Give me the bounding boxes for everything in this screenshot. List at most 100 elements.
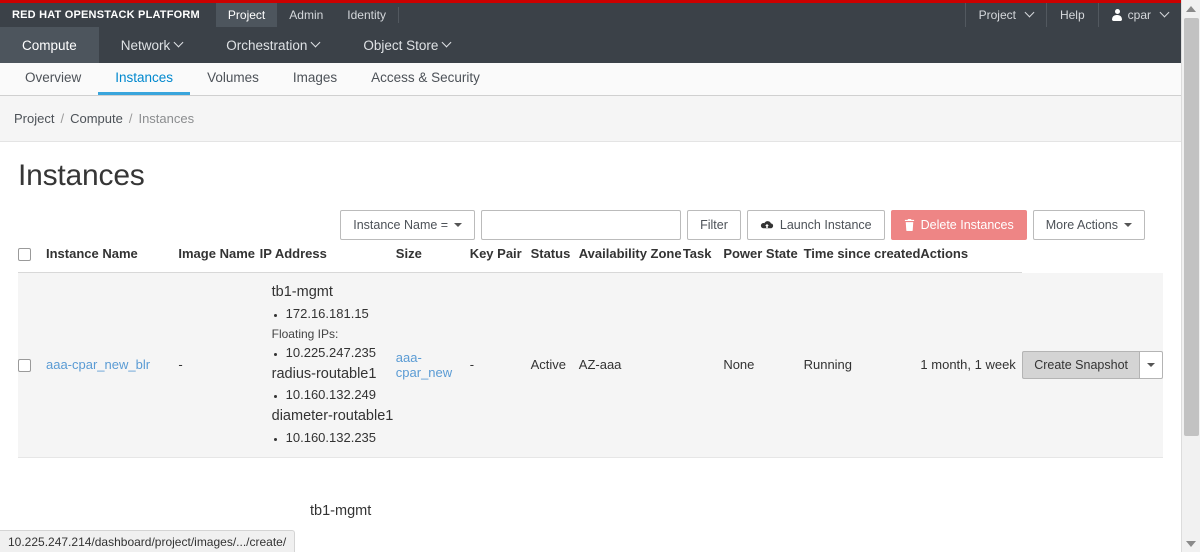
tab-label-volumes: Volumes: [207, 70, 259, 85]
breadcrumb-item-project[interactable]: Project: [14, 111, 54, 126]
select-all-checkbox[interactable]: [18, 248, 31, 262]
more-actions-button[interactable]: More Actions: [1032, 210, 1145, 240]
brand-accent-stripe: [0, 0, 1181, 3]
topnav-item-project[interactable]: Project: [215, 3, 278, 27]
nav-label-orchestration: Orchestration: [226, 37, 308, 53]
nav-item-orchestration[interactable]: Orchestration: [204, 27, 341, 63]
instances-table-container: Instance Name Image Name IP Address Size…: [18, 246, 1163, 458]
top-right-menu: Project Help cpar: [964, 3, 1181, 27]
network-name: tb1-mgmt: [271, 284, 333, 301]
project-selector[interactable]: Project: [964, 3, 1046, 27]
table-body: aaa-cpar_new_blr - tb1-mgmt 172.16.181.1…: [18, 272, 1163, 458]
instances-table: Instance Name Image Name IP Address Size…: [18, 246, 1163, 458]
column-task: Task: [682, 246, 724, 274]
table-header-row: Instance Name Image Name IP Address Size…: [18, 246, 1163, 274]
cell-time-since-created: 1 month, 1 week: [920, 273, 1022, 458]
nav-item-compute[interactable]: Compute: [0, 27, 99, 63]
scrollbar-down-button[interactable]: [1182, 535, 1200, 552]
section-tabs: Overview Instances Volumes Images Access…: [0, 63, 1181, 96]
breadcrumb-separator: /: [128, 111, 133, 126]
delete-instances-button[interactable]: Delete Instances: [890, 210, 1027, 240]
chevron-down-icon: [441, 37, 452, 47]
tab-instances[interactable]: Instances: [98, 63, 191, 95]
scrollbar-thumb[interactable]: [1184, 18, 1199, 436]
ip-list: 10.160.132.249: [260, 388, 396, 401]
filter-button-label: Filter: [700, 218, 728, 232]
cell-power-state: Running: [804, 273, 921, 458]
launch-instance-label: Launch Instance: [779, 218, 872, 232]
row-checkbox[interactable]: [18, 359, 31, 373]
tab-label-access-security: Access & Security: [371, 70, 480, 85]
breadcrumb-separator: /: [60, 111, 65, 126]
instance-name-link[interactable]: aaa-cpar_new_blr: [46, 357, 150, 372]
nav-item-object-store[interactable]: Object Store: [341, 27, 472, 63]
cell-task-value-holder: None: [723, 273, 803, 458]
network-name: radius-routable1: [271, 365, 377, 382]
chevron-down-icon: [1024, 7, 1035, 17]
column-availability-zone: Availability Zone: [578, 246, 683, 274]
top-brand-bar: RED HAT OPENSTACK PLATFORM Project Admin…: [0, 3, 1181, 27]
chevron-down-icon: [1159, 7, 1170, 17]
tab-label-images: Images: [292, 70, 338, 85]
filter-button[interactable]: Filter: [687, 210, 741, 240]
page-title: Instances: [18, 159, 145, 192]
ip-address-item: 10.160.132.249: [286, 388, 396, 401]
tab-access-security[interactable]: Access & Security: [354, 63, 497, 95]
user-icon: [1112, 9, 1123, 21]
chevron-down-icon: [310, 37, 321, 47]
key-pair-value: -: [469, 357, 475, 373]
filter-field-select[interactable]: Instance Name =: [340, 210, 476, 240]
create-snapshot-button[interactable]: Create Snapshot: [1022, 350, 1139, 379]
select-all-header: [18, 246, 46, 274]
caret-down-icon: [1147, 362, 1155, 367]
column-actions: Actions: [920, 246, 1023, 274]
filter-search-input[interactable]: [481, 210, 682, 240]
page-content: Instances Instance Name = Filter Launch …: [0, 142, 1181, 552]
column-status: Status: [530, 246, 579, 274]
chevron-down-icon: [173, 37, 184, 47]
user-menu[interactable]: cpar: [1097, 3, 1181, 27]
tab-label-instances: Instances: [115, 70, 174, 85]
nav-label-object-store: Object Store: [363, 37, 439, 53]
cell-availability-zone: AZ-aaa: [579, 273, 683, 458]
nav-label-network: Network: [120, 37, 171, 53]
scroll-up-arrow-icon: [1186, 5, 1196, 12]
browser-status-bar: 10.225.247.214/dashboard/project/images/…: [0, 530, 296, 552]
column-instance-name: Instance Name: [45, 246, 179, 274]
topnav-item-admin[interactable]: Admin: [277, 3, 335, 27]
column-power-state: Power State: [723, 246, 804, 274]
tab-images[interactable]: Images: [276, 63, 354, 95]
floating-ips-label: Floating IPs:: [271, 326, 339, 341]
topnav-label-project: Project: [227, 8, 266, 22]
help-link[interactable]: Help: [1045, 3, 1098, 27]
ip-address-block: tb1-mgmt 172.16.181.15 Floating IPs: 10.…: [260, 273, 396, 457]
caret-down-icon: [1124, 223, 1132, 227]
launch-instance-button[interactable]: Launch Instance: [746, 210, 885, 240]
nav-item-network[interactable]: Network: [99, 27, 205, 63]
tab-overview[interactable]: Overview: [8, 63, 98, 95]
table-row: aaa-cpar_new_blr - tb1-mgmt 172.16.181.1…: [18, 272, 1163, 458]
cloud-upload-icon: [760, 220, 774, 231]
topnav-label-admin: Admin: [289, 8, 324, 22]
row-actions-dropdown-toggle[interactable]: [1139, 350, 1163, 379]
size-link[interactable]: aaa-cpar_new: [396, 350, 452, 380]
tab-volumes[interactable]: Volumes: [190, 63, 276, 95]
delete-instances-label: Delete Instances: [920, 218, 1014, 232]
filter-field-label: Instance Name =: [353, 218, 449, 232]
table-header: Instance Name Image Name IP Address Size…: [18, 246, 1163, 274]
floating-ip-item: 10.225.247.235: [286, 346, 396, 359]
page-scrollbar[interactable]: [1181, 0, 1200, 552]
breadcrumb-item-compute[interactable]: Compute: [70, 111, 123, 126]
column-image-name: Image Name: [178, 246, 260, 274]
task-value: None: [723, 357, 755, 373]
help-label: Help: [1059, 8, 1085, 22]
scrollbar-up-button[interactable]: [1182, 0, 1200, 17]
topnav-item-identity[interactable]: Identity: [335, 3, 398, 27]
ip-address-item: 172.16.181.15: [286, 307, 396, 320]
project-selector-label: Project: [978, 8, 1016, 22]
column-key-pair: Key Pair: [469, 246, 531, 274]
image-name-value: -: [178, 357, 183, 373]
ip-list: 10.160.132.235: [260, 431, 396, 444]
column-time-since-created: Time since created: [803, 246, 921, 274]
